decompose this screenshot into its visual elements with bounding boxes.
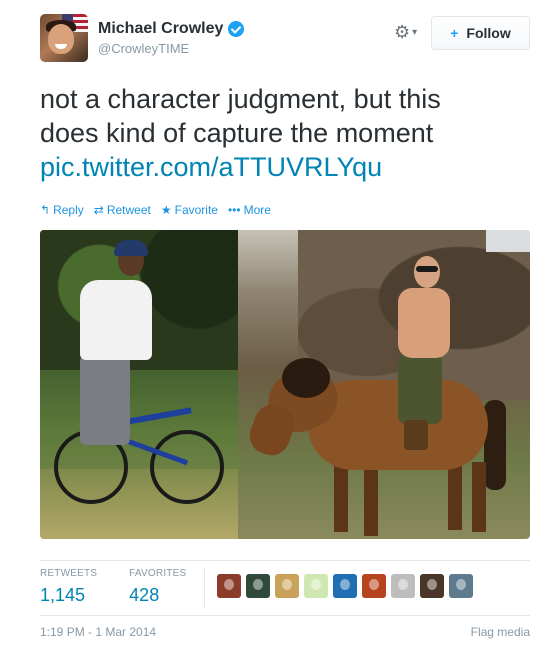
favoriter-avatar[interactable] [420, 574, 444, 598]
follow-button[interactable]: + Follow [431, 16, 530, 50]
favoriter-avatar[interactable] [304, 574, 328, 598]
horse-mane [282, 358, 330, 398]
retweets-stat[interactable]: RETWEETS 1,145 [40, 568, 97, 606]
tweet-text-line-1: not a character judgment, but this [40, 84, 441, 114]
star-icon: ★ [160, 203, 172, 217]
favorites-stat[interactable]: FAVORITES 428 [129, 568, 186, 606]
verified-badge-icon [228, 21, 245, 37]
horse-leg [334, 462, 348, 532]
favoriter-avatar[interactable] [391, 574, 415, 598]
horse-tail [484, 400, 506, 490]
tweet-media-image[interactable] [40, 230, 530, 539]
stats-separator [204, 568, 205, 608]
favoriter-avatar[interactable] [333, 574, 357, 598]
user-names: Michael Crowley @CrowleyTIME [98, 20, 245, 56]
rider-boot [404, 420, 428, 450]
bike-wheel-rear [150, 430, 224, 504]
favoriter-avatar[interactable] [217, 574, 241, 598]
favorites-label: FAVORITES [129, 568, 187, 579]
favoriter-avatar[interactable] [275, 574, 299, 598]
favoriter-avatar[interactable] [449, 574, 473, 598]
reply-icon: ↰ [40, 203, 51, 217]
horse-leg [364, 466, 378, 536]
tweet-media-link[interactable]: pic.twitter.com/aTTUVRLYqu [40, 150, 510, 184]
add-user-icon: + [450, 25, 459, 41]
rider-head [414, 256, 440, 288]
reply-label: Reply [53, 203, 84, 217]
favoriter-avatar[interactable] [246, 574, 270, 598]
cyclist-photo [40, 230, 238, 539]
tweet-header: Michael Crowley @CrowleyTIME ⚙ ▾ + Follo… [40, 14, 530, 66]
favorite-button[interactable]: ★ Favorite [161, 203, 218, 217]
more-label: More [243, 203, 271, 217]
flag-media-link[interactable]: Flag media [471, 625, 530, 639]
retweet-label: Retweet [106, 203, 151, 217]
favoriter-avatar[interactable] [362, 574, 386, 598]
rider-pants [398, 354, 442, 424]
favorites-count[interactable]: 428 [129, 585, 186, 606]
favorite-label: Favorite [174, 203, 218, 217]
chevron-down-icon: ▾ [412, 27, 418, 38]
rider-torso [398, 288, 450, 358]
tweet-text: not a character judgment, but this does … [40, 82, 510, 184]
horse-rider-photo [238, 230, 530, 539]
full-name-row: Michael Crowley [98, 20, 245, 38]
horse-leg [472, 462, 486, 532]
follow-label: Follow [466, 25, 511, 41]
tweet-timestamp[interactable]: 1:19 PM - 1 Mar 2014 [40, 625, 156, 639]
reply-button[interactable]: ↰ Reply [40, 203, 84, 217]
more-button[interactable]: ••• More [228, 203, 271, 217]
horse-leg [448, 460, 462, 530]
cyclist-legs [80, 355, 130, 445]
user-actions-dropdown[interactable]: ⚙ ▾ [394, 22, 417, 43]
avatar-face [48, 24, 74, 54]
full-name[interactable]: Michael Crowley [98, 20, 223, 38]
rider-sunglasses [416, 266, 438, 272]
avatar[interactable] [40, 14, 88, 62]
cyclist-helmet [114, 240, 148, 256]
tweet-stats: RETWEETS 1,145 FAVORITES 428 [40, 568, 186, 606]
tweet-text-line-2: does kind of capture the moment [40, 118, 434, 148]
retweet-icon: ⇄ [93, 203, 104, 217]
screen-name[interactable]: @CrowleyTIME [98, 41, 244, 56]
retweets-label: RETWEETS [40, 568, 98, 579]
divider [40, 560, 530, 561]
favoriter-avatars [217, 574, 473, 598]
gear-icon: ⚙ [394, 22, 411, 42]
divider [40, 615, 530, 616]
cyclist-shirt [80, 280, 152, 360]
more-icon: ••• [227, 203, 241, 217]
tweet-actions: ↰ Reply ⇄ Retweet ★ Favorite ••• More [40, 203, 271, 217]
retweets-count[interactable]: 1,145 [40, 585, 97, 606]
retweet-button[interactable]: ⇄ Retweet [94, 203, 151, 217]
photo-sky [486, 230, 530, 252]
